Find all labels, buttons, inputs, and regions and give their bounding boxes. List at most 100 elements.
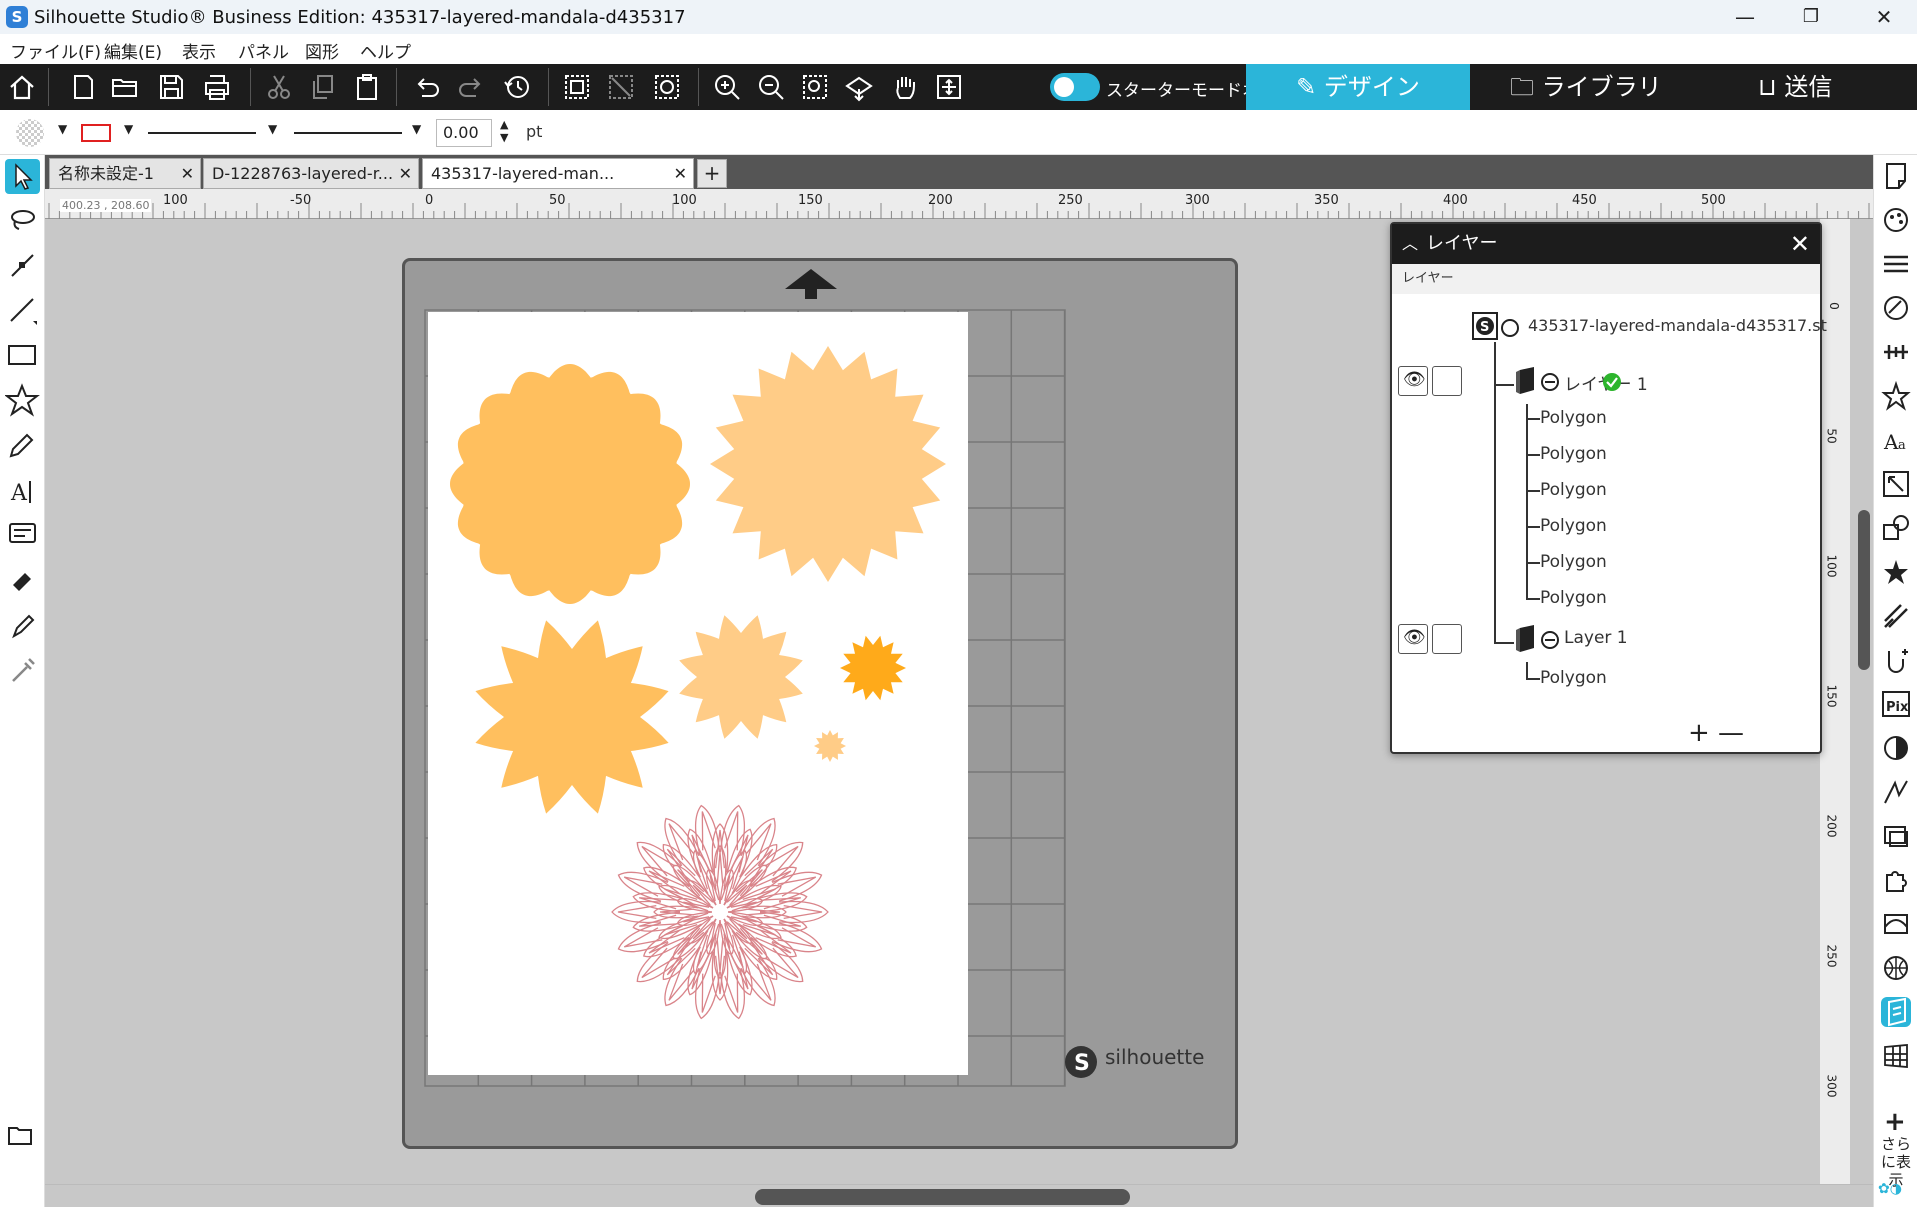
polygon-item[interactable]: Polygon bbox=[1540, 588, 1607, 608]
layers-panel-icon[interactable] bbox=[1881, 997, 1911, 1027]
open-folder-icon[interactable] bbox=[110, 72, 140, 102]
group-icon[interactable] bbox=[562, 72, 592, 102]
line-join-dropdown-icon[interactable]: ▼ bbox=[412, 122, 421, 136]
history-icon[interactable] bbox=[502, 72, 532, 102]
remove-layer-button[interactable]: — bbox=[1718, 720, 1744, 746]
pan-hand-icon[interactable] bbox=[890, 72, 920, 102]
align-icon[interactable] bbox=[1881, 337, 1911, 367]
save-icon[interactable] bbox=[156, 72, 186, 102]
fill-pattern-icon[interactable] bbox=[10, 118, 52, 148]
menu-panel[interactable]: パネル bbox=[238, 38, 289, 63]
lasso-icon[interactable] bbox=[5, 203, 40, 238]
minimize-button[interactable]: — bbox=[1712, 0, 1778, 34]
select-arrow-icon[interactable] bbox=[5, 159, 40, 194]
doc-tab-3[interactable]: 435317-layered-man... ✕ bbox=[422, 158, 694, 189]
transform-icon[interactable] bbox=[1881, 381, 1911, 411]
page-setup-icon[interactable] bbox=[1881, 161, 1911, 191]
menu-file[interactable]: ファイル(F) bbox=[10, 38, 101, 63]
line-style-icon[interactable] bbox=[1881, 249, 1911, 279]
home-icon[interactable] bbox=[7, 72, 37, 102]
trace-icon[interactable] bbox=[1881, 645, 1911, 675]
layer-collapse-icon[interactable] bbox=[1540, 630, 1560, 650]
undo-icon[interactable] bbox=[412, 72, 442, 102]
zoom-select-icon[interactable] bbox=[800, 72, 830, 102]
close-tab-icon[interactable]: ✕ bbox=[674, 159, 687, 188]
lock-toggle[interactable] bbox=[1432, 366, 1462, 396]
star-tool-icon[interactable] bbox=[5, 383, 40, 418]
fill-dropdown-icon[interactable]: ▼ bbox=[58, 122, 67, 136]
scale-icon[interactable] bbox=[1881, 469, 1911, 499]
design-page[interactable] bbox=[428, 312, 968, 1075]
shadow-icon[interactable] bbox=[1881, 733, 1911, 763]
knife-icon[interactable] bbox=[5, 608, 40, 643]
file-lock-circle-icon[interactable] bbox=[1500, 318, 1520, 338]
cut-icon[interactable] bbox=[264, 72, 294, 102]
library-grid-icon[interactable] bbox=[1881, 1041, 1911, 1071]
copy-icon[interactable] bbox=[308, 72, 338, 102]
zoom-out-icon[interactable] bbox=[756, 72, 786, 102]
zoom-in-icon[interactable] bbox=[712, 72, 742, 102]
release-compound-icon[interactable] bbox=[652, 72, 682, 102]
paste-icon[interactable] bbox=[352, 72, 382, 102]
line-style-preview[interactable] bbox=[148, 132, 256, 134]
menu-view[interactable]: 表示 bbox=[182, 38, 216, 63]
menu-shape[interactable]: 図形 bbox=[305, 38, 339, 63]
close-button[interactable]: ✕ bbox=[1851, 0, 1917, 34]
maximize-button[interactable]: ❐ bbox=[1778, 0, 1844, 34]
horizontal-scrollbar[interactable] bbox=[45, 1184, 1873, 1207]
move-icon[interactable] bbox=[934, 72, 964, 102]
new-document-icon[interactable] bbox=[68, 72, 98, 102]
ungroup-icon[interactable] bbox=[606, 72, 636, 102]
doc-tab-2[interactable]: D-1228763-layered-r... ✕ bbox=[203, 158, 419, 189]
polygon-item[interactable]: Polygon bbox=[1540, 480, 1607, 500]
pencil-tool-icon[interactable] bbox=[5, 428, 40, 463]
modify-icon[interactable] bbox=[1881, 557, 1911, 587]
line-style-dropdown-icon[interactable]: ▼ bbox=[268, 122, 277, 136]
tab-library[interactable]: 🗀 ライブラリ bbox=[1510, 64, 1662, 110]
menu-edit[interactable]: 編集(E) bbox=[104, 38, 162, 63]
close-panel-icon[interactable]: ✕ bbox=[1790, 224, 1810, 264]
line-color-icon[interactable] bbox=[80, 123, 112, 143]
offset-icon[interactable] bbox=[1881, 601, 1911, 631]
polygon-item[interactable]: Polygon bbox=[1540, 668, 1607, 688]
close-tab-icon[interactable]: ✕ bbox=[399, 159, 412, 188]
eraser-icon[interactable] bbox=[5, 563, 40, 598]
line-join-preview[interactable] bbox=[294, 132, 402, 134]
print-icon[interactable] bbox=[202, 72, 232, 102]
tab-send[interactable]: ⊔ 送信 bbox=[1758, 64, 1832, 110]
line-tool-icon[interactable] bbox=[5, 293, 40, 328]
starter-mode-toggle[interactable] bbox=[1050, 73, 1100, 101]
horizontal-scroll-thumb[interactable] bbox=[755, 1189, 1130, 1205]
sketch-icon[interactable] bbox=[1881, 777, 1911, 807]
fill-color-icon[interactable] bbox=[1881, 205, 1911, 235]
polygon-item[interactable]: Polygon bbox=[1540, 408, 1607, 428]
replicate-icon[interactable] bbox=[1881, 513, 1911, 543]
text-tool-icon[interactable]: A bbox=[5, 473, 40, 508]
add-layer-button[interactable]: + bbox=[1688, 720, 1710, 746]
line-color-dropdown-icon[interactable]: ▼ bbox=[124, 122, 133, 136]
puzzle-icon[interactable] bbox=[1881, 865, 1911, 895]
eyedropper-icon[interactable] bbox=[5, 653, 40, 688]
pixscan-icon[interactable]: Pix bbox=[1881, 689, 1911, 719]
nesting-icon[interactable] bbox=[1881, 909, 1911, 939]
doc-tab-1[interactable]: 名称未設定-1 ✕ bbox=[49, 158, 201, 189]
polygon-item[interactable]: Polygon bbox=[1540, 444, 1607, 464]
extras-icons[interactable]: ✿◑ bbox=[1878, 1181, 1902, 1197]
tab-design[interactable]: ✎ デザイン bbox=[1246, 64, 1470, 110]
layer-file-name[interactable]: 435317-layered-mandala-d435317.st bbox=[1528, 316, 1827, 335]
point-edit-icon[interactable] bbox=[5, 248, 40, 283]
polygon-item[interactable]: Polygon bbox=[1540, 552, 1607, 572]
close-tab-icon[interactable]: ✕ bbox=[181, 159, 194, 188]
lock-toggle[interactable] bbox=[1432, 624, 1462, 654]
library-folder-icon[interactable] bbox=[5, 1118, 40, 1153]
menu-help[interactable]: ヘルプ bbox=[360, 38, 411, 63]
add-tab-button[interactable]: + bbox=[697, 159, 727, 188]
print-cut-icon[interactable] bbox=[1881, 821, 1911, 851]
polygon-item[interactable]: Polygon bbox=[1540, 516, 1607, 536]
more-plus-icon[interactable]: + bbox=[1884, 1107, 1906, 1137]
visibility-toggle[interactable]: 👁 bbox=[1398, 366, 1428, 396]
vertical-scroll-thumb[interactable] bbox=[1858, 510, 1870, 670]
rectangle-tool-icon[interactable] bbox=[5, 338, 40, 373]
visibility-toggle[interactable]: 👁 bbox=[1398, 624, 1428, 654]
redo-icon[interactable] bbox=[456, 72, 486, 102]
